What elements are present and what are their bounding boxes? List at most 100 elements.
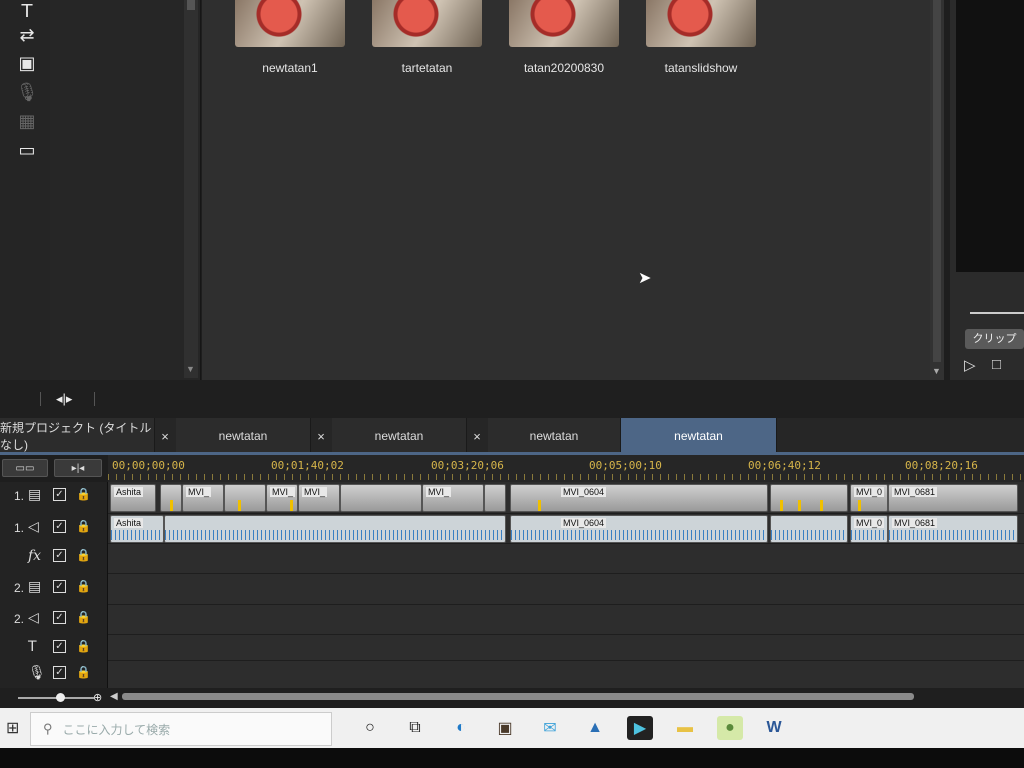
media-thumbnail[interactable] — [646, 0, 756, 47]
tab-close-icon[interactable]: × — [154, 418, 176, 454]
media-label: tartetatan — [401, 61, 453, 75]
photos-icon[interactable]: ▲ — [582, 716, 608, 740]
audio-clip[interactable]: MVI_0604 — [510, 515, 768, 543]
audio-clip[interactable]: MVI_0 — [850, 515, 888, 543]
video-clip[interactable]: MVI_0604 — [510, 484, 768, 512]
timeline-horizontal-scrollbar[interactable] — [122, 693, 914, 700]
title-lane — [108, 634, 1024, 661]
video-clip[interactable]: MVI_0 — [850, 484, 888, 512]
scroll-thumb[interactable] — [187, 0, 195, 10]
mic-tool-icon[interactable]: 🎙 — [14, 81, 40, 103]
fit-timeline-icon[interactable]: ▸|◂ — [54, 459, 102, 477]
transition-tool-icon[interactable]: ⇄ — [14, 24, 40, 46]
toolbar-strip: ◂|▸ — [0, 380, 1024, 418]
clip-label: MVI_ — [302, 487, 328, 497]
media-thumbnail[interactable] — [372, 0, 482, 47]
tab-close-icon[interactable]: × — [466, 418, 488, 454]
mail-icon[interactable]: ✉ — [537, 716, 563, 740]
windows-start-icon[interactable]: ⊞ — [6, 718, 19, 738]
divider — [40, 392, 41, 406]
video-clip[interactable]: MVI_ — [266, 484, 298, 512]
lock-icon[interactable]: 🔒 — [76, 487, 91, 501]
store-icon[interactable]: ▣ — [492, 716, 518, 740]
keyframe-marker[interactable] — [170, 500, 173, 511]
effect-tool-icon[interactable]: ▣ — [14, 52, 40, 74]
keyframe-marker[interactable] — [798, 500, 801, 511]
video-clip[interactable]: Ashita — [110, 484, 156, 512]
scroll-left-icon[interactable]: ◀ — [110, 691, 118, 702]
video-clip[interactable] — [224, 484, 266, 512]
word-icon[interactable]: W — [761, 716, 787, 740]
app-icon[interactable]: ● — [717, 716, 743, 740]
zoom-in-icon[interactable]: ⊕ — [93, 691, 102, 704]
keyframe-marker[interactable] — [290, 500, 293, 511]
audio-clip[interactable] — [770, 515, 848, 543]
keyframe-marker[interactable] — [238, 500, 241, 511]
timeline-ruler[interactable]: 00;00;00;00 00;01;40;02 00;03;20;06 00;0… — [108, 455, 1024, 482]
media-scrollbar[interactable]: ▼ — [930, 0, 944, 380]
title-tool-icon[interactable]: T — [14, 0, 40, 22]
audio-clip[interactable]: MVI_0681 — [888, 515, 1018, 543]
cortana-icon[interactable]: ○ — [357, 716, 383, 740]
stop-icon[interactable]: □ — [992, 356, 1001, 373]
zoom-slider-handle[interactable] — [56, 693, 65, 702]
track-manager-icon[interactable]: ▭▭ — [2, 459, 48, 477]
play-icon[interactable]: ▷ — [964, 356, 976, 374]
video-clip[interactable]: MVI_ — [182, 484, 224, 512]
keyframe-marker[interactable] — [538, 500, 541, 511]
keyframe-marker[interactable] — [858, 500, 861, 511]
track-enable-checkbox[interactable]: ✓ — [53, 640, 66, 653]
track-header-title: T ✓ 🔒 — [0, 634, 107, 662]
taskbar-search-box[interactable]: ⚲ ここに入力して検索 — [30, 712, 332, 746]
lock-icon[interactable]: 🔒 — [76, 665, 91, 679]
subtitle-tool-icon[interactable]: ▭ — [14, 139, 40, 161]
preview-seekbar[interactable] — [970, 312, 1024, 314]
library-scrollbar[interactable]: ▼ — [184, 0, 198, 378]
track-enable-checkbox[interactable]: ✓ — [53, 520, 66, 533]
track-enable-checkbox[interactable]: ✓ — [53, 611, 66, 624]
clip-mode-tab[interactable]: クリップ — [965, 329, 1024, 349]
video-clip[interactable] — [340, 484, 422, 512]
track-enable-checkbox[interactable]: ✓ — [53, 666, 66, 679]
title-track-icon: T — [28, 639, 37, 655]
scroll-down-icon[interactable]: ▼ — [186, 364, 195, 374]
track-header-audio-1: 1. ◁ ✓ 🔒 — [0, 514, 107, 542]
lock-icon[interactable]: 🔒 — [76, 548, 91, 562]
video-clip[interactable]: MVI_0681 — [888, 484, 1018, 512]
edge-icon[interactable]: ◐ — [448, 716, 474, 740]
lock-icon[interactable]: 🔒 — [76, 610, 91, 624]
video-clip[interactable] — [484, 484, 506, 512]
powerdirector-icon[interactable]: ▶ — [627, 716, 653, 740]
subtitle-grid-icon[interactable]: ▦ — [14, 110, 40, 132]
media-thumbnail[interactable] — [509, 0, 619, 47]
lock-icon[interactable]: 🔒 — [76, 519, 91, 533]
tab-new-project[interactable]: 新規プロジェクト (タイトルなし) — [0, 418, 155, 454]
keyframe-marker[interactable] — [820, 500, 823, 511]
video-clip[interactable]: MVI_ — [298, 484, 340, 512]
track-enable-checkbox[interactable]: ✓ — [53, 549, 66, 562]
lock-icon[interactable]: 🔒 — [76, 639, 91, 653]
lock-icon[interactable]: 🔒 — [76, 579, 91, 593]
file-explorer-icon[interactable]: ▬ — [672, 716, 698, 740]
scroll-down-icon[interactable]: ▼ — [932, 366, 941, 376]
track-header-audio-2: 2. ◁ ✓ 🔒 — [0, 605, 107, 633]
audio-clip[interactable] — [164, 515, 506, 543]
left-tool-strip: T ⇄ ▣ 🎙 ▦ ▭ — [0, 0, 51, 380]
audio-clip[interactable]: Ashita — [110, 515, 164, 543]
track-enable-checkbox[interactable]: ✓ — [53, 580, 66, 593]
tab-newtatan[interactable]: newtatan — [176, 418, 311, 454]
library-panel — [50, 0, 201, 380]
mouse-cursor-icon: ➤ — [638, 270, 652, 287]
video-clip[interactable]: MVI_ — [422, 484, 484, 512]
tab-newtatan-active[interactable]: newtatan — [621, 418, 777, 454]
track-enable-checkbox[interactable]: ✓ — [53, 488, 66, 501]
tab-newtatan[interactable]: newtatan — [332, 418, 467, 454]
tab-close-icon[interactable]: × — [310, 418, 332, 454]
tab-newtatan[interactable]: newtatan — [488, 418, 621, 454]
media-room: newtatan1 tartetatan tatan20200830 tatan… — [202, 0, 942, 380]
task-view-icon[interactable]: ⧉ — [402, 716, 428, 740]
keyframe-marker[interactable] — [780, 500, 783, 511]
fit-split-icon[interactable]: ◂|▸ — [56, 391, 72, 407]
media-thumbnail[interactable] — [235, 0, 345, 47]
scroll-thumb[interactable] — [933, 0, 941, 362]
